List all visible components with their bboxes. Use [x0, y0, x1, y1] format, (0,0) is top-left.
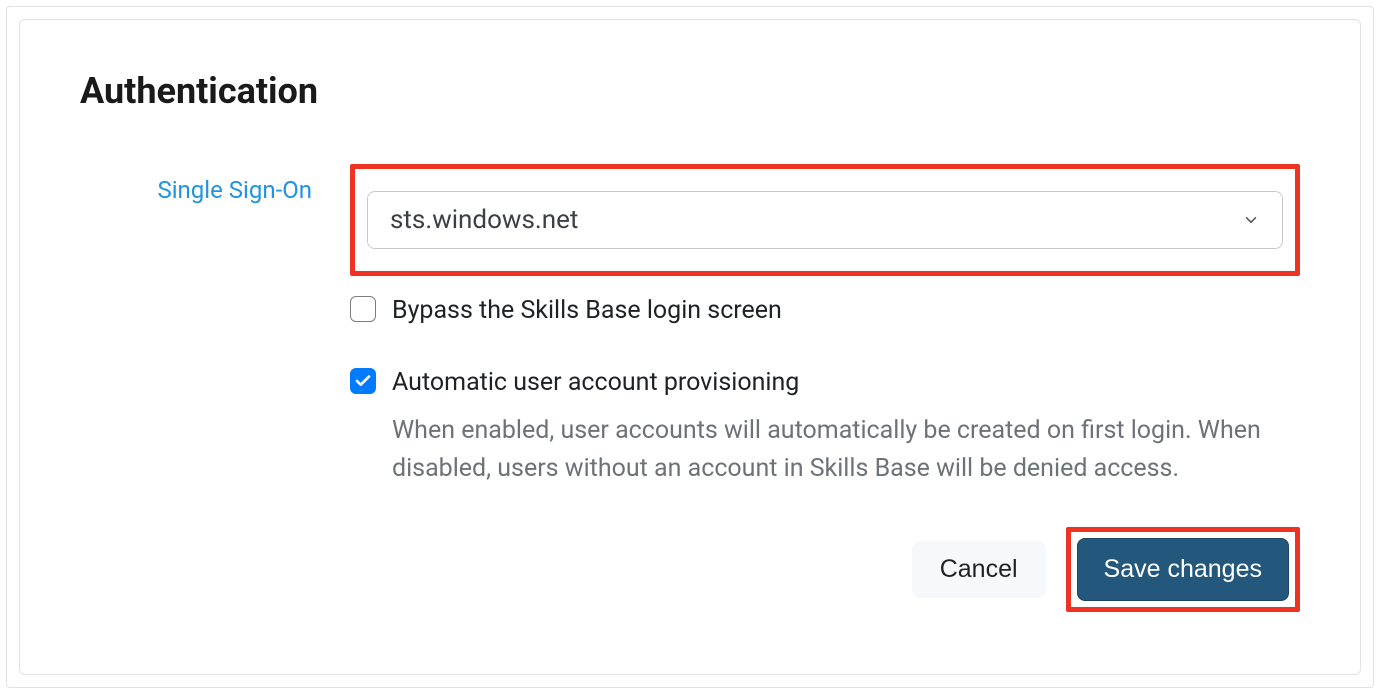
sso-row: Single Sign-On sts.windows.net — [80, 164, 1300, 612]
bypass-checkbox[interactable] — [350, 296, 376, 322]
sso-field-col: sts.windows.net Bypass the Skills Base l… — [350, 164, 1300, 612]
autoprov-checkbox[interactable] — [350, 368, 376, 394]
save-button[interactable]: Save changes — [1077, 538, 1289, 601]
cancel-button[interactable]: Cancel — [912, 541, 1046, 598]
bypass-block: Bypass the Skills Base login screen — [350, 294, 1300, 328]
button-row: Cancel Save changes — [350, 527, 1300, 612]
autoprov-help: When enabled, user accounts will automat… — [392, 412, 1272, 490]
section-title: Authentication — [80, 70, 1300, 112]
sso-select[interactable]: sts.windows.net — [367, 191, 1283, 249]
sso-selected-value: sts.windows.net — [390, 205, 578, 235]
authentication-card: Authentication Single Sign-On sts.window… — [19, 19, 1361, 675]
bypass-label: Bypass the Skills Base login screen — [392, 294, 782, 328]
sso-label-col: Single Sign-On — [80, 164, 350, 204]
chevron-down-icon — [1242, 211, 1260, 229]
autoprov-label: Automatic user account provisioning — [392, 366, 1272, 400]
page-frame: Authentication Single Sign-On sts.window… — [6, 6, 1374, 688]
autoprov-block: Automatic user account provisioning When… — [350, 366, 1300, 489]
save-button-highlight: Save changes — [1066, 527, 1300, 612]
sso-select-highlight: sts.windows.net — [350, 164, 1300, 276]
sso-label-link[interactable]: Single Sign-On — [157, 176, 312, 204]
